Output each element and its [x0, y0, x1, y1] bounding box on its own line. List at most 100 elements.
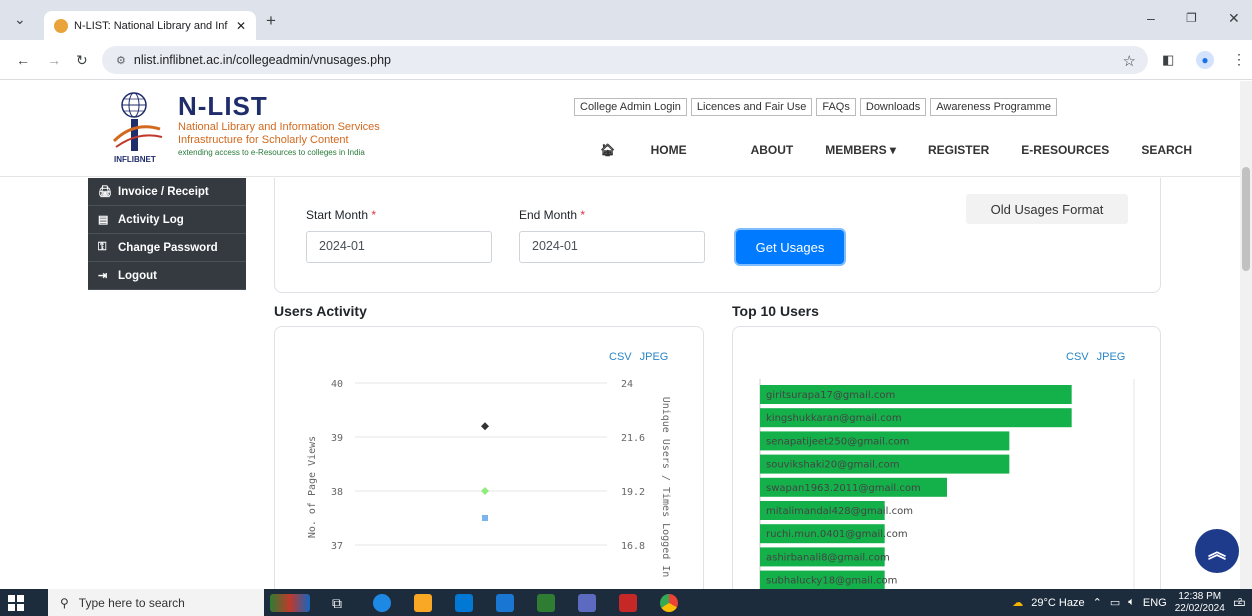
- nav-search[interactable]: SEARCH: [1141, 143, 1192, 157]
- profile-icon[interactable]: ●: [1196, 51, 1214, 69]
- menu-kebab-icon[interactable]: ⋮: [1232, 52, 1246, 66]
- nav-home-label: HOME: [650, 143, 687, 157]
- bar-label: senapatijeet250@gmail.com: [766, 436, 909, 447]
- link-college-admin-login[interactable]: College Admin Login: [574, 98, 687, 116]
- windows-start-icon[interactable]: [8, 595, 24, 611]
- side-panel-icon[interactable]: ◧: [1162, 53, 1174, 66]
- search-icon: ⚲: [60, 595, 69, 610]
- clock[interactable]: 12:38 PM 22/02/2024: [1175, 591, 1225, 615]
- sidebar-item-label: Change Password: [118, 241, 218, 254]
- network-icon[interactable]: ▭: [1110, 596, 1120, 609]
- top-users-chart: giritsurapa17@gmail.com kingshukkaran@gma…: [759, 379, 1135, 589]
- users-activity-title: Users Activity: [274, 303, 367, 319]
- taskbar-search[interactable]: ⚲ Type here to search: [48, 589, 264, 616]
- tab-search-icon[interactable]: ⌄: [14, 12, 26, 26]
- brand-tagline: extending access to e-Resources to colle…: [178, 148, 365, 157]
- bar-label: ruchi.mun.0401@gmail.com: [766, 529, 908, 540]
- edge-browser-icon[interactable]: [373, 594, 391, 612]
- volume-icon[interactable]: 🔈︎: [1128, 596, 1135, 609]
- browser-tab-bar: ⌄ N-LIST: National Library and Inf ✕ + –…: [0, 0, 1252, 40]
- chrome-icon[interactable]: [660, 594, 678, 612]
- data-point-1: [481, 487, 489, 495]
- bar-label: kingshukkaran@gmail.com: [766, 413, 902, 424]
- link-downloads[interactable]: Downloads: [859, 98, 927, 116]
- notification-count: 2: [1237, 597, 1243, 606]
- close-window-icon[interactable]: ✕: [1228, 11, 1240, 25]
- nav-e-resources[interactable]: E-RESOURCES: [1021, 143, 1109, 157]
- tray-chevron-icon[interactable]: ⌃: [1093, 596, 1102, 609]
- windows-taskbar: ⚲ Type here to search ⧉ ☁ 29°C Haze ⌃ ▭ …: [0, 589, 1252, 616]
- task-view-icon[interactable]: ⧉: [332, 594, 350, 612]
- sidebar-item-change-password[interactable]: ⚿ Change Password: [88, 234, 246, 262]
- top-links: College Admin Login Licences and Fair Us…: [574, 98, 1058, 116]
- back-icon[interactable]: ←: [16, 53, 30, 67]
- get-usages-button[interactable]: Get Usages: [736, 230, 844, 264]
- new-tab-button[interactable]: +: [266, 12, 276, 29]
- file-explorer-icon[interactable]: [414, 594, 432, 612]
- data-point-0: [481, 422, 489, 431]
- language-indicator[interactable]: ENG: [1143, 597, 1167, 609]
- logout-icon: ⇥: [98, 270, 108, 282]
- sidebar-item-label: Activity Log: [118, 213, 184, 226]
- admin-sidebar: 🖨︎ Invoice / Receipt ▤ Activity Log ⚿ Chang…: [88, 178, 246, 290]
- start-month-input[interactable]: 2024-01: [306, 231, 492, 263]
- photos-icon[interactable]: [578, 594, 596, 612]
- brand-name: N-LIST: [178, 91, 268, 121]
- page-scrollbar[interactable]: [1240, 81, 1252, 589]
- tab-title: N-LIST: National Library and Inf: [74, 19, 228, 32]
- y-right-axis-label: Unique Users / Times Logged In: [660, 397, 671, 578]
- list-icon: ▤: [98, 214, 109, 226]
- site-info-icon[interactable]: ⚙: [116, 54, 126, 67]
- nav-about[interactable]: ABOUT: [751, 143, 794, 157]
- nav-members[interactable]: MEMBERS ▾: [825, 143, 896, 157]
- top-users-card: CSV JPEG giritsurapa17@gmail.com kingshuk…: [732, 326, 1161, 589]
- notification-icon[interactable]: ▭ 2: [1233, 594, 1246, 611]
- brand-block[interactable]: N-LIST National Library and Information …: [178, 91, 380, 159]
- forward-icon[interactable]: →: [47, 53, 61, 67]
- bar-label: giritsurapa17@gmail.com: [766, 390, 895, 401]
- y-left-tick-label: 40: [331, 379, 343, 390]
- y-right-tick-label: 16.8: [621, 541, 645, 552]
- top-users-title: Top 10 Users: [732, 303, 819, 319]
- brand-line-1: National Library and Information Service…: [178, 121, 380, 133]
- weather-text[interactable]: 29°C Haze: [1031, 597, 1084, 609]
- link-licences[interactable]: Licences and Fair Use: [690, 98, 813, 116]
- scrollbar-thumb[interactable]: [1242, 167, 1250, 271]
- minimize-window-icon[interactable]: –: [1147, 11, 1155, 25]
- link-awareness[interactable]: Awareness Programme: [930, 98, 1058, 116]
- link-faqs[interactable]: FAQs: [816, 98, 856, 116]
- nav-home[interactable]: 🏠︎ HOME: [600, 143, 719, 157]
- sidebar-item-label: Invoice / Receipt: [118, 185, 209, 198]
- end-month-input[interactable]: 2024-01: [519, 231, 705, 263]
- excel-icon[interactable]: [537, 594, 555, 612]
- news-widget-icon[interactable]: [270, 594, 310, 612]
- site-header: INFLIBNET N-LIST National Library and In…: [0, 81, 1240, 177]
- key-icon: ⚿: [98, 241, 107, 253]
- sidebar-item-activity-log[interactable]: ▤ Activity Log: [88, 206, 246, 234]
- users-activity-chart: 40 24 39 21.6 38 19.2 37 16.8 No. of Page Views…: [307, 379, 671, 578]
- office-icon[interactable]: [619, 594, 637, 612]
- store-icon[interactable]: [455, 594, 473, 612]
- double-chevron-up-icon: ︽: [1208, 542, 1226, 562]
- clock-date: 22/02/2024: [1174, 602, 1225, 614]
- logo-org-text: INFLIBNET: [114, 155, 156, 164]
- bar-label: swapan1963.2011@gmail.com: [766, 483, 921, 494]
- nav-register[interactable]: REGISTER: [928, 143, 989, 157]
- sidebar-item-label: Logout: [118, 269, 157, 282]
- address-bar[interactable]: ⚙ nlist.inflibnet.ac.in/collegeadmin/vnu…: [102, 46, 1148, 74]
- browser-toolbar: ← → ↻ ⚙ nlist.inflibnet.ac.in/collegeadm…: [0, 40, 1252, 80]
- bar-label: ashirbanali8@gmail.com: [766, 552, 890, 563]
- restore-window-icon[interactable]: ❐: [1186, 12, 1197, 24]
- reload-icon[interactable]: ↻: [76, 53, 88, 67]
- tab-close-icon[interactable]: ✕: [236, 19, 246, 33]
- sidebar-item-logout[interactable]: ⇥ Logout: [88, 262, 246, 290]
- old-usages-format-button[interactable]: Old Usages Format: [966, 194, 1128, 224]
- bookmark-star-icon[interactable]: ☆: [1123, 52, 1136, 70]
- sidebar-item-invoice[interactable]: 🖨︎ Invoice / Receipt: [88, 178, 246, 206]
- page-viewport: INFLIBNET N-LIST National Library and In…: [0, 81, 1240, 589]
- scroll-to-top-button[interactable]: ︽: [1195, 529, 1239, 573]
- site-favicon-icon: [54, 18, 68, 33]
- mail-icon[interactable]: [496, 594, 514, 612]
- users-activity-card: CSV JPEG 40 24 39 21.6 38 19.2 37 16.8 No. of P…: [274, 326, 704, 589]
- browser-tab[interactable]: N-LIST: National Library and Inf ✕: [44, 11, 256, 40]
